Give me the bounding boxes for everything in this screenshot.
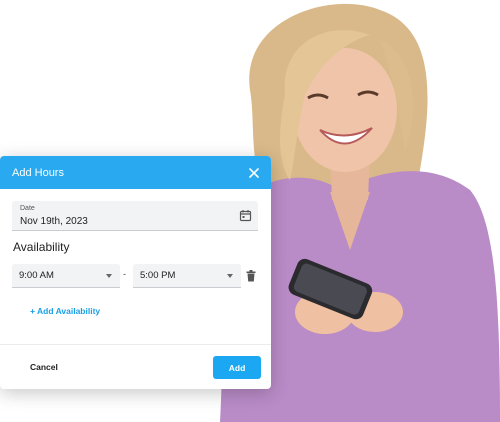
availability-heading: Availability [13,240,70,254]
start-time-value: 9:00 AM [19,270,54,281]
chevron-down-icon [227,274,233,278]
calendar-icon[interactable] [239,209,252,222]
end-time-select[interactable]: 5:00 PM [133,264,241,288]
trash-icon[interactable] [246,270,256,282]
date-value: Nov 19th, 2023 [20,216,88,227]
end-time-value: 5:00 PM [140,270,176,281]
dialog-header: Add Hours [0,156,271,189]
date-field[interactable]: Date Nov 19th, 2023 [12,201,258,231]
cancel-button[interactable]: Cancel [30,362,58,372]
chevron-down-icon [106,274,112,278]
footer-divider [0,344,271,345]
add-button[interactable]: Add [213,356,261,379]
time-separator: - [123,269,126,279]
date-label: Date [20,205,35,212]
close-icon[interactable] [247,166,261,180]
start-time-select[interactable]: 9:00 AM [12,264,120,288]
add-availability-link[interactable]: + Add Availability [30,306,100,316]
dialog-title: Add Hours [12,166,64,179]
add-hours-dialog: Add Hours Date Nov 19th, 2023 Availabili… [0,156,271,389]
